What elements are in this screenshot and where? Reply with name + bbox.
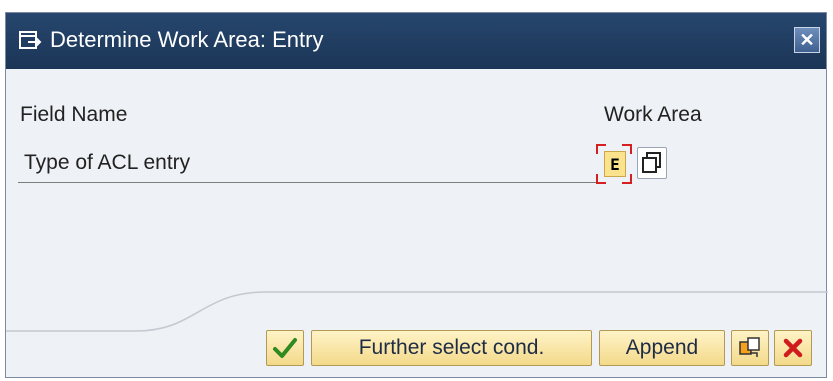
dialog-content: Field Name Work Area Type of ACL entry E… [6,69,828,377]
multiple-values-icon[interactable] [637,147,667,179]
work-area-value[interactable]: E [604,151,626,177]
further-select-cond-button[interactable]: Further select cond. [311,330,592,366]
close-icon[interactable]: ✕ [794,27,820,53]
checkmark-icon [273,338,297,358]
cancel-icon [783,338,803,358]
multiple-selection-icon [739,337,760,357]
dialog-title: Determine Work Area: Entry [50,27,324,52]
dialog-window-icon [18,30,44,52]
cancel-button[interactable] [774,330,812,366]
column-header-field-name: Field Name [20,103,128,126]
work-area-input[interactable]: E [596,144,632,184]
field-name-cell: Type of ACL entry [24,151,191,174]
row-divider [18,182,600,183]
confirm-button[interactable] [266,330,304,366]
dialog-window: Determine Work Area: Entry ✕ Field Name … [5,12,828,378]
append-button[interactable]: Append [599,330,725,366]
column-header-work-area: Work Area [604,103,702,126]
multiple-selection-button[interactable] [731,330,769,366]
dialog-titlebar[interactable]: Determine Work Area: Entry ✕ [6,13,826,69]
